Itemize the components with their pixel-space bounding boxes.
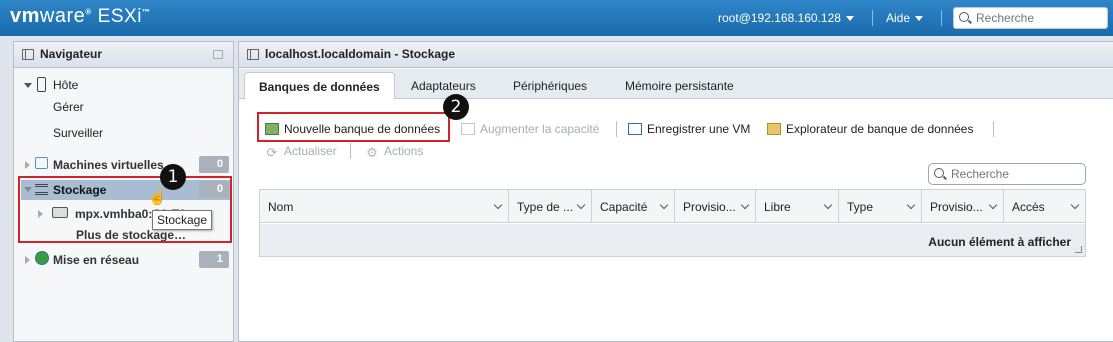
network-count-badge: 1	[199, 251, 229, 268]
chevron-down-icon	[906, 200, 916, 210]
global-search-input[interactable]	[974, 10, 1099, 26]
nav-item-manage[interactable]: Gérer	[14, 100, 233, 122]
column-header-capacity[interactable]: Capacité	[592, 190, 675, 223]
divider	[872, 10, 873, 26]
refresh-button[interactable]: ⟳ Actualiser	[265, 144, 337, 161]
column-header-name[interactable]: Nom	[260, 190, 509, 223]
network-icon	[35, 251, 49, 265]
collapse-icon[interactable]	[213, 50, 223, 59]
chevron-down-icon	[845, 16, 854, 22]
search-icon	[959, 12, 969, 22]
tooltip: Stockage	[152, 210, 213, 230]
nav-item-network[interactable]: Mise en réseau 1	[14, 251, 233, 273]
tab-adapters[interactable]: Adaptateurs	[397, 72, 490, 100]
tab-devices[interactable]: Périphériques	[499, 72, 601, 100]
vmware-esxi-logo: vmware® ESXi™	[10, 5, 151, 27]
chevron-down-icon	[659, 200, 669, 210]
column-header-fs-type[interactable]: Type de ...	[509, 190, 592, 223]
nav-item-monitor[interactable]: Surveiller	[14, 126, 233, 148]
page-title: localhost.localdomain - Stockage	[265, 47, 456, 61]
vm-count-badge: 0	[199, 156, 229, 173]
tab-persistent-memory[interactable]: Mémoire persistante	[611, 72, 748, 100]
empty-table-message: Aucun élément à afficher	[928, 235, 1071, 249]
table-search-input[interactable]	[949, 166, 1074, 182]
navigator-title: Navigateur	[40, 47, 103, 61]
column-header-free[interactable]: Libre	[756, 190, 839, 223]
column-header-provisioned[interactable]: Provisio...	[675, 190, 756, 223]
step-marker-2: 2	[443, 94, 469, 120]
resize-handle-icon[interactable]	[1075, 246, 1082, 253]
chevron-down-icon	[988, 200, 998, 210]
folder-icon	[767, 123, 781, 135]
host-icon	[37, 77, 46, 92]
main-header: localhost.localdomain - Stockage	[239, 42, 1113, 68]
table-search[interactable]	[928, 163, 1086, 185]
panel-icon	[247, 49, 259, 60]
column-header-thin-provisioning[interactable]: Provisio...	[922, 190, 1004, 223]
chevron-down-icon	[740, 200, 750, 210]
divider	[993, 121, 994, 137]
table-header: Nom Type de ... Capacité Provisio... Lib…	[260, 190, 1085, 223]
column-header-type[interactable]: Type	[839, 190, 922, 223]
navigator-header: Navigateur	[14, 42, 233, 68]
nav-item-vms[interactable]: Machines virtuelles 0	[14, 156, 233, 178]
chevron-down-icon	[493, 200, 503, 210]
search-icon	[934, 168, 944, 178]
gear-icon: ⚙	[366, 145, 378, 160]
refresh-icon: ⟳	[266, 145, 278, 160]
chevron-down-icon	[576, 200, 586, 210]
navigator-icon	[22, 49, 34, 60]
actions-button[interactable]: ⚙ Actions	[365, 144, 423, 159]
nav-item-host[interactable]: Hôte	[14, 76, 233, 98]
column-header-access[interactable]: Accès	[1004, 190, 1085, 223]
user-menu[interactable]: root@192.168.160.128	[718, 11, 854, 25]
tab-datastores[interactable]: Banques de données	[244, 72, 395, 100]
chevron-down-icon	[915, 16, 924, 22]
cursor-hand-icon: ☝	[148, 189, 167, 206]
chevron-down-icon	[1070, 200, 1080, 210]
help-menu[interactable]: Aide	[886, 11, 924, 25]
expand-down-icon[interactable]	[24, 83, 32, 88]
divider	[616, 121, 617, 137]
table-footer: Aucun élément à afficher	[260, 224, 1085, 256]
datastore-table: Nom Type de ... Capacité Provisio... Lib…	[259, 189, 1086, 257]
top-bar: vmware® ESXi™ root@192.168.160.128 Aide	[0, 0, 1113, 36]
vm-icon	[35, 157, 48, 169]
highlight-box-new-datastore	[257, 112, 450, 142]
increase-capacity-icon	[461, 123, 475, 135]
chevron-down-icon	[823, 200, 833, 210]
increase-capacity-button[interactable]: Augmenter la capacité	[461, 122, 599, 136]
divider	[350, 143, 351, 159]
tab-bar: Banques de données Adaptateurs Périphéri…	[239, 69, 1113, 100]
main-panel: localhost.localdomain - Stockage Banques…	[238, 41, 1113, 342]
step-marker-1: 1	[160, 164, 186, 190]
expand-right-icon[interactable]	[25, 161, 30, 169]
expand-right-icon[interactable]	[25, 256, 30, 264]
divider	[941, 10, 942, 26]
register-vm-button[interactable]: Enregistrer une VM	[628, 122, 750, 136]
global-search[interactable]	[953, 7, 1108, 29]
datastore-explorer-button[interactable]: Explorateur de banque de données	[767, 122, 973, 136]
register-vm-icon	[628, 123, 642, 135]
